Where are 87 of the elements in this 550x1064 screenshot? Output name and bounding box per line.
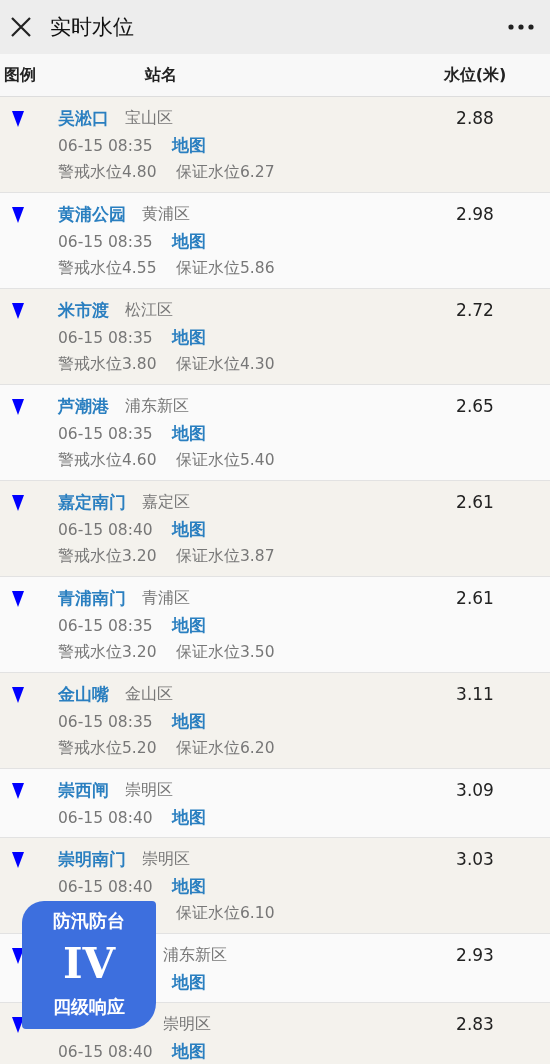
district-label: 嘉定区 xyxy=(142,492,190,513)
map-link[interactable]: 地图 xyxy=(172,971,206,994)
down-triangle-icon xyxy=(12,303,24,319)
timestamp: 06-15 08:35 xyxy=(58,712,154,731)
warning-level: 警戒水位3.20 xyxy=(58,642,158,663)
down-triangle-icon xyxy=(12,399,24,415)
station-name[interactable]: 米市渡 xyxy=(58,299,109,322)
map-link[interactable]: 地图 xyxy=(172,230,206,253)
district-label: 黄浦区 xyxy=(142,204,190,225)
district-label: 崇明区 xyxy=(142,849,190,870)
warning-level: 警戒水位3.20 xyxy=(58,546,158,567)
district-label: 青浦区 xyxy=(142,588,190,609)
timestamp: 06-15 08:40 xyxy=(58,1042,154,1061)
timestamp: 06-15 08:40 xyxy=(58,520,154,539)
water-level: 2.98 xyxy=(456,204,494,224)
water-level: 2.65 xyxy=(456,396,494,416)
warning-level: 警戒水位4.60 xyxy=(58,450,158,471)
map-link[interactable]: 地图 xyxy=(172,422,206,445)
station-name[interactable]: 芦潮港 xyxy=(58,395,109,418)
timestamp: 06-15 08:35 xyxy=(58,232,154,251)
guarantee-level: 保证水位6.20 xyxy=(176,738,275,759)
water-level: 2.83 xyxy=(456,1014,494,1034)
map-link[interactable]: 地图 xyxy=(172,518,206,541)
guarantee-level: 保证水位3.50 xyxy=(176,642,275,663)
timestamp: 06-15 08:35 xyxy=(58,328,154,347)
column-header: 图例 xyxy=(3,64,37,86)
warning-level: 警戒水位3.80 xyxy=(58,354,158,375)
guarantee-level: 保证水位5.86 xyxy=(176,258,275,279)
guarantee-level: 保证水位4.30 xyxy=(176,354,275,375)
close-icon[interactable] xyxy=(10,16,32,38)
water-level: 2.72 xyxy=(456,300,494,320)
warning-level: 警戒水位4.55 xyxy=(58,258,158,279)
down-triangle-icon xyxy=(12,1017,24,1033)
guarantee-level: 保证水位6.10 xyxy=(176,903,275,924)
district-label: 宝山区 xyxy=(125,108,173,129)
map-link[interactable]: 地图 xyxy=(172,326,206,349)
map-link[interactable]: 地图 xyxy=(172,806,206,829)
more-icon[interactable] xyxy=(508,24,534,30)
guarantee-level: 保证水位6.27 xyxy=(176,162,275,183)
timestamp: 06-15 08:40 xyxy=(58,808,154,827)
warning-level: 警戒水位4.80 xyxy=(58,162,158,183)
map-link[interactable]: 地图 xyxy=(172,1040,206,1063)
water-level: 2.61 xyxy=(456,588,494,608)
water-level: 2.61 xyxy=(456,492,494,512)
down-triangle-icon xyxy=(12,495,24,511)
guarantee-level: 保证水位3.87 xyxy=(176,546,275,567)
badge-subtitle: 四级响应 xyxy=(53,995,125,1019)
timestamp: 06-15 08:35 xyxy=(58,136,154,155)
district-label: 崇明区 xyxy=(125,780,173,801)
down-triangle-icon xyxy=(12,591,24,607)
map-link[interactable]: 地图 xyxy=(172,710,206,733)
water-level: 3.11 xyxy=(456,684,494,704)
water-level: 3.03 xyxy=(456,849,494,869)
guarantee-level: 保证水位5.40 xyxy=(176,450,275,471)
badge-numeral: IV xyxy=(62,940,116,988)
map-link[interactable]: 地图 xyxy=(172,875,206,898)
water-level: 2.88 xyxy=(456,108,494,128)
column-header: 站名 xyxy=(143,64,178,86)
map-link[interactable]: 地图 xyxy=(172,614,206,637)
station-name[interactable]: 嘉定南门 xyxy=(58,491,126,514)
station-name[interactable]: 青浦南门 xyxy=(58,587,126,610)
down-triangle-icon xyxy=(12,111,24,127)
district-label: 浦东新区 xyxy=(125,396,189,417)
water-level: 2.93 xyxy=(456,945,494,965)
station-name[interactable]: 吴淞口 xyxy=(58,107,109,130)
down-triangle-icon xyxy=(12,783,24,799)
down-triangle-icon xyxy=(12,207,24,223)
station-name[interactable]: 金山嘴 xyxy=(58,683,109,706)
district-label: 崇明区 xyxy=(163,1014,211,1035)
water-level: 3.09 xyxy=(456,780,494,800)
badge-title: 防汛防台 xyxy=(53,909,125,933)
down-triangle-icon xyxy=(12,852,24,868)
station-name[interactable]: 黄浦公园 xyxy=(58,203,126,226)
district-label: 金山区 xyxy=(125,684,173,705)
timestamp: 06-15 08:40 xyxy=(58,877,154,896)
down-triangle-icon xyxy=(12,948,24,964)
window-title: 实时水位 xyxy=(50,14,135,41)
station-name[interactable]: 崇明南门 xyxy=(58,848,126,871)
district-label: 松江区 xyxy=(125,300,173,321)
station-name[interactable]: 崇西闸 xyxy=(58,779,109,802)
timestamp: 06-15 08:35 xyxy=(58,424,154,443)
column-header: 水位(米) xyxy=(442,64,508,86)
map-link[interactable]: 地图 xyxy=(172,134,206,157)
timestamp: 06-15 08:35 xyxy=(58,616,154,635)
district-label: 浦东新区 xyxy=(163,945,227,966)
warning-level: 警戒水位5.20 xyxy=(58,738,158,759)
down-triangle-icon xyxy=(12,687,24,703)
